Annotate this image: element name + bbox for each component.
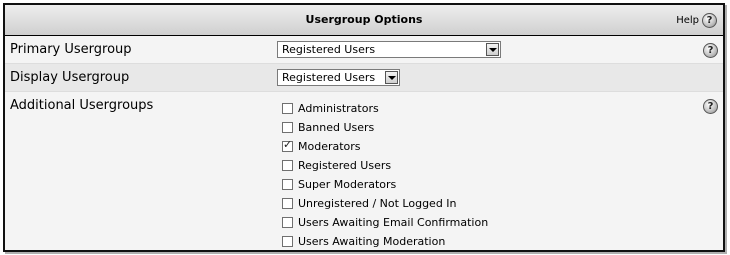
checkbox[interactable] — [282, 122, 293, 133]
usergroup-option-label: Super Moderators — [298, 178, 397, 191]
usergroup-options-panel: Usergroup Options Help ? Primary Usergro… — [3, 3, 725, 252]
question-icon[interactable]: ? — [703, 43, 718, 58]
usergroup-option-awaiting-email[interactable]: Users Awaiting Email Confirmation — [282, 213, 488, 232]
checkbox[interactable] — [282, 103, 293, 114]
usergroup-option-moderators[interactable]: Moderators — [282, 137, 488, 156]
usergroup-option-unregistered[interactable]: Unregistered / Not Logged In — [282, 194, 488, 213]
checkbox[interactable] — [282, 198, 293, 209]
usergroup-option-banned-users[interactable]: Banned Users — [282, 118, 488, 137]
usergroup-option-label: Users Awaiting Moderation — [298, 235, 446, 248]
checkbox[interactable] — [282, 160, 293, 171]
display-usergroup-row: Display Usergroup Registered Users — [5, 64, 723, 92]
usergroup-option-label: Moderators — [298, 140, 361, 153]
usergroup-option-label: Administrators — [298, 102, 379, 115]
primary-usergroup-value: Registered Users — [282, 43, 376, 56]
checkbox[interactable] — [282, 179, 293, 190]
chevron-down-icon[interactable] — [385, 71, 398, 84]
question-icon[interactable]: ? — [703, 99, 718, 114]
usergroup-option-registered-users[interactable]: Registered Users — [282, 156, 488, 175]
help-label: Help — [676, 15, 699, 26]
primary-usergroup-row: Primary Usergroup Registered Users ? — [5, 36, 723, 64]
additional-usergroups-row: Additional Usergroups Administrators Ban… — [5, 92, 723, 250]
checkbox[interactable] — [282, 217, 293, 228]
primary-usergroup-select[interactable]: Registered Users — [277, 41, 501, 58]
usergroup-option-awaiting-moderation[interactable]: Users Awaiting Moderation — [282, 232, 488, 251]
display-usergroup-select[interactable]: Registered Users — [277, 69, 400, 86]
additional-usergroups-label: Additional Usergroups — [10, 98, 154, 113]
panel-title: Usergroup Options — [305, 13, 423, 26]
usergroup-option-label: Registered Users — [298, 159, 392, 172]
chevron-down-icon[interactable] — [486, 43, 499, 56]
panel-header: Usergroup Options Help ? — [5, 5, 723, 36]
question-icon[interactable]: ? — [702, 13, 717, 28]
checkbox[interactable] — [282, 236, 293, 247]
usergroup-option-label: Users Awaiting Email Confirmation — [298, 216, 489, 229]
usergroup-option-super-moderators[interactable]: Super Moderators — [282, 175, 488, 194]
primary-usergroup-label: Primary Usergroup — [10, 42, 132, 57]
usergroup-option-label: Banned Users — [298, 121, 375, 134]
help-link[interactable]: Help ? — [676, 12, 717, 29]
display-usergroup-label: Display Usergroup — [10, 70, 130, 85]
display-usergroup-value: Registered Users — [282, 71, 376, 84]
checkbox[interactable] — [282, 138, 293, 152]
usergroup-option-administrators[interactable]: Administrators — [282, 99, 488, 118]
usergroup-option-label: Unregistered / Not Logged In — [298, 197, 457, 210]
usergroup-checkbox-list: Administrators Banned Users Moderators R… — [282, 99, 488, 251]
